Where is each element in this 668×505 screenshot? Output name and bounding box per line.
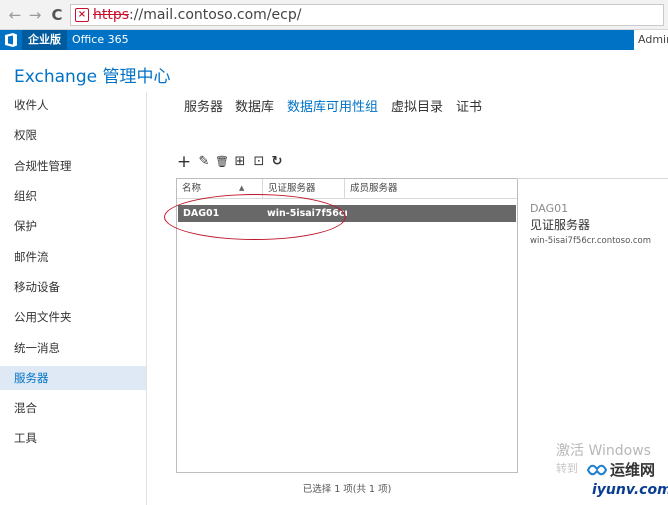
nav-item-organization[interactable]: 组织 — [0, 184, 146, 208]
page-title: Exchange 管理中心 — [14, 67, 171, 87]
details-divider — [517, 178, 668, 179]
selection-status: 已选择 1 项(共 1 项) — [302, 484, 392, 495]
add-server-icon[interactable]: ⊞ — [232, 154, 248, 170]
column-header-name[interactable]: 名称 ▲ — [177, 179, 263, 198]
cell-dag-name: DAG01 — [183, 208, 220, 219]
cell-witness-server: win-5isai7f56cr.c... — [267, 208, 347, 219]
table-row[interactable]: DAG01 win-5isai7f56cr.c... — [178, 205, 516, 222]
dag-list: 名称 ▲ 见证服务器 成员服务器 DAG01 win-5isai7f56cr.c… — [176, 178, 518, 473]
url-text: https://mail.contoso.com/ecp/ — [93, 6, 301, 24]
browser-toolbar: ← → C × https://mail.contoso.com/ecp/ — [0, 0, 668, 30]
network-icon[interactable]: ⊡ — [251, 154, 267, 170]
column-header-members[interactable]: 成员服务器 — [345, 179, 517, 198]
list-header: 名称 ▲ 见证服务器 成员服务器 — [177, 179, 517, 199]
suite-bar: 企业版 Office 365 Admin — [0, 30, 668, 50]
suite-link-enterprise[interactable]: 企业版 — [22, 30, 67, 50]
nav-item-permissions[interactable]: 权限 — [0, 123, 146, 147]
admin-menu[interactable]: Admin — [634, 30, 668, 50]
details-value-witness: win-5isai7f56cr.contoso.com — [530, 236, 651, 246]
column-header-witness[interactable]: 见证服务器 — [263, 179, 345, 198]
forward-arrow-icon[interactable]: → — [26, 6, 44, 24]
nav-item-unified-messaging[interactable]: 统一消息 — [0, 336, 146, 360]
add-icon[interactable]: + — [176, 154, 192, 171]
nav-item-compliance[interactable]: 合规性管理 — [0, 154, 146, 178]
nav-item-recipients[interactable]: 收件人 — [0, 93, 146, 117]
column-header-name-label: 名称 — [182, 183, 202, 194]
site-watermark-en: iyunv.com — [592, 482, 668, 498]
nav-item-mail-flow[interactable]: 邮件流 — [0, 245, 146, 269]
tab-servers[interactable]: 服务器 — [184, 96, 223, 115]
nav-item-servers[interactable]: 服务器 — [0, 366, 146, 390]
url-scheme: https — [93, 7, 130, 23]
details-title: DAG01 — [530, 202, 569, 215]
delete-icon[interactable]: 🗑 — [214, 154, 230, 170]
nav-item-hybrid[interactable]: 混合 — [0, 396, 146, 420]
site-watermark-logo: 运维网 iyunv.com — [582, 458, 668, 505]
tab-databases[interactable]: 数据库 — [235, 96, 274, 115]
nav-item-protection[interactable]: 保护 — [0, 214, 146, 238]
tab-virtual-directories[interactable]: 虚拟目录 — [391, 96, 443, 115]
back-arrow-icon[interactable]: ← — [6, 6, 24, 24]
activation-watermark-sub: 转到 — [556, 462, 578, 475]
nav-divider — [146, 92, 147, 505]
url-path: ://mail.contoso.com/ecp/ — [129, 7, 302, 23]
office-logo-icon[interactable] — [4, 32, 18, 48]
activation-watermark: 激活 Windows — [556, 443, 651, 459]
tab-certificates[interactable]: 证书 — [456, 96, 482, 115]
nav-item-tools[interactable]: 工具 — [0, 426, 146, 450]
site-logo-icon — [586, 464, 608, 476]
nav-item-public-folders[interactable]: 公用文件夹 — [0, 305, 146, 329]
reload-icon[interactable]: C — [48, 6, 66, 24]
edit-icon[interactable]: ✎ — [196, 154, 212, 170]
sort-ascending-icon: ▲ — [239, 184, 245, 192]
tab-dag[interactable]: 数据库可用性组 — [287, 96, 378, 115]
refresh-icon[interactable]: ↻ — [269, 154, 285, 170]
address-bar[interactable]: × https://mail.contoso.com/ecp/ — [70, 4, 664, 26]
suite-link-office365[interactable]: Office 365 — [66, 30, 135, 50]
nav-item-mobile[interactable]: 移动设备 — [0, 275, 146, 299]
details-label-witness: 见证服务器 — [530, 218, 591, 232]
site-watermark-cn: 运维网 — [610, 461, 656, 479]
certificate-error-icon[interactable]: × — [75, 8, 89, 22]
